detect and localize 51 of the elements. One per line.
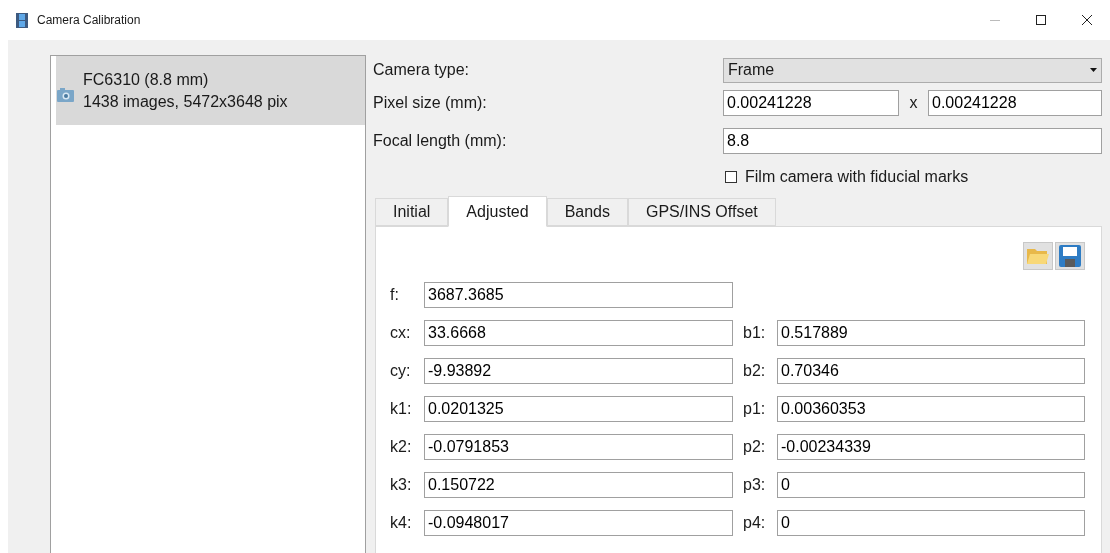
parameter-field[interactable]: 0.00360353: [777, 396, 1085, 422]
tab[interactable]: Initial: [375, 198, 449, 226]
minimize-icon: [990, 19, 1000, 21]
camera-icon: [57, 87, 74, 102]
parameter-label: cx:: [390, 323, 412, 343]
parameter-field[interactable]: 3687.3685: [424, 282, 733, 308]
parameter-field[interactable]: -0.0791853: [424, 434, 733, 460]
save-button[interactable]: [1055, 242, 1085, 270]
parameter-field[interactable]: -0.0948017: [424, 510, 733, 536]
parameter-field[interactable]: 0.517889: [777, 320, 1085, 346]
parameter-label: k2:: [390, 437, 413, 457]
parameter-field[interactable]: -0.00234339: [777, 434, 1085, 460]
parameter-field[interactable]: 0: [777, 472, 1085, 498]
caret-icon: [1090, 68, 1097, 72]
pixel-size-label: Pixel size (mm):: [373, 93, 488, 113]
parameter-field[interactable]: 0.70346: [777, 358, 1085, 384]
parameter-label: cy:: [390, 361, 412, 381]
pixel-size-separator: x: [908, 93, 919, 113]
parameter-label: k3:: [390, 475, 413, 495]
folder-icon: [1026, 247, 1050, 265]
parameter-field[interactable]: 0.150722: [424, 472, 733, 498]
pixel-height-field[interactable]: 0.00241228: [928, 90, 1102, 116]
film-icon: [16, 12, 28, 28]
focal-length-label: Focal length (mm):: [373, 131, 508, 151]
parameter-field[interactable]: 0: [777, 510, 1085, 536]
parameter-label: p3:: [743, 475, 767, 495]
tab[interactable]: GPS/INS Offset: [628, 198, 776, 226]
parameter-label: f:: [390, 285, 400, 305]
camera-type-dropdown[interactable]: Frame: [723, 57, 1102, 83]
tab[interactable]: Bands: [546, 198, 628, 226]
pixel-width-field[interactable]: 0.00241228: [723, 90, 899, 116]
camera-type-label: Camera type:: [373, 60, 471, 80]
parameter-label: k1:: [390, 399, 413, 419]
parameter-label: p4:: [743, 513, 767, 533]
parameter-field[interactable]: 33.6668: [424, 320, 733, 346]
parameter-label: b2:: [743, 361, 767, 381]
parameter-label: k4:: [390, 513, 413, 533]
camera-name: FC6310 (8.8 mm): [83, 69, 210, 90]
camera-list-item[interactable]: FC6310 (8.8 mm) 1438 images, 5472x3648 pix: [56, 56, 365, 125]
camera-details: 1438 images, 5472x3648 pix: [83, 91, 288, 112]
parameter-label: b1:: [743, 323, 767, 343]
parameter-field[interactable]: 0.0201325: [424, 396, 733, 422]
parameter-label: p2:: [743, 437, 767, 457]
maximize-icon: [1036, 15, 1046, 25]
close-icon: [1082, 15, 1092, 25]
film-camera-checkbox[interactable]: Film camera with fiducial marks: [725, 165, 969, 189]
window-title: Camera Calibration: [37, 12, 142, 29]
parameter-label: p1:: [743, 399, 767, 419]
tab[interactable]: Adjusted: [448, 196, 547, 227]
parameter-field[interactable]: -9.93892: [424, 358, 733, 384]
focal-length-field[interactable]: 8.8: [723, 128, 1102, 154]
